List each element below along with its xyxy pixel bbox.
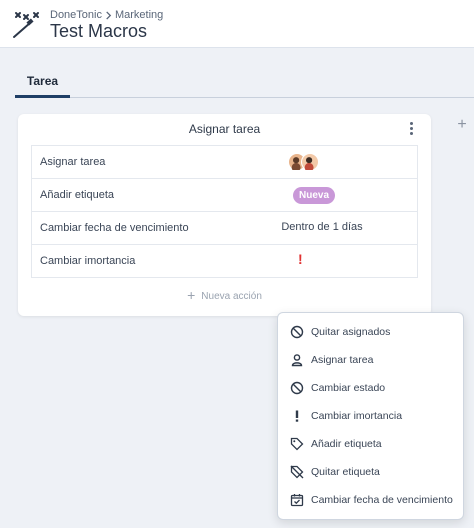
breadcrumb-root[interactable]: DoneTonic [50,9,102,21]
importance-icon: ! [298,251,303,267]
magic-wand-icon [13,12,39,38]
menu-item-label: Quitar asignados [311,326,391,338]
person-icon [291,354,303,367]
unassign-icon [290,325,304,339]
due-date-value: Dentro de 1 días [281,221,363,233]
menu-item-quitar-asignados[interactable]: Quitar asignados [278,319,463,347]
status-icon [290,381,304,395]
exclamation-icon [295,410,299,422]
new-action-button[interactable]: + Nueva acción [18,287,431,303]
menu-item-cambiar-fecha[interactable]: Cambiar fecha de vencimiento [278,487,463,515]
action-row[interactable]: Cambiar imortancia ! [31,245,418,278]
menu-item-quitar-etiqueta[interactable]: Quitar etiqueta [278,459,463,487]
breadcrumb: DoneTonic Marketing [50,9,163,21]
menu-item-anadir-etiqueta[interactable]: Añadir etiqueta [278,431,463,459]
calendar-check-icon [290,494,304,507]
tab-tarea[interactable]: Tarea [15,72,70,98]
more-options-icon[interactable] [409,122,415,136]
tag-icon [290,437,304,451]
chevron-right-icon [106,10,112,20]
action-label: Asignar tarea [40,156,106,168]
tag-off-icon [290,465,304,479]
menu-item-label: Quitar etiqueta [311,466,380,478]
action-label: Cambiar fecha de vencimiento [40,222,189,234]
action-label: Cambiar imortancia [40,255,136,267]
action-menu: Quitar asignados Asignar tarea Cambiar e… [277,312,464,520]
assignee-avatars[interactable] [288,153,324,173]
menu-item-label: Añadir etiqueta [311,438,382,450]
new-action-label: Nueva acción [201,291,262,302]
macro-card: Asignar tarea Asignar tarea Añadir etiqu… [18,114,431,316]
action-row[interactable]: Añadir etiqueta Nueva [31,179,418,212]
actions-table: Asignar tarea Añadir etiqueta Nueva Camb… [31,145,418,278]
tab-bar: Tarea [15,72,474,98]
action-label: Añadir etiqueta [40,189,114,201]
breadcrumb-child[interactable]: Marketing [115,9,163,21]
action-row[interactable]: Asignar tarea [31,146,418,179]
page-title: Test Macros [50,21,148,41]
app-header: DoneTonic Marketing Test Macros [0,0,474,48]
tag-badge: Nueva [293,187,336,204]
menu-item-label: Cambiar imortancia [311,410,403,422]
menu-item-label: Cambiar estado [311,382,386,394]
menu-item-cambiar-estado[interactable]: Cambiar estado [278,375,463,403]
action-row[interactable]: Cambiar fecha de vencimiento Dentro de 1… [31,212,418,245]
menu-item-cambiar-importancia[interactable]: Cambiar imortancia [278,403,463,431]
avatar [301,153,319,172]
macro-title: Asignar tarea [188,122,261,136]
menu-item-label: Cambiar fecha de vencimiento [311,494,453,506]
menu-item-label: Asignar tarea [311,354,374,366]
add-macro-button[interactable]: + [455,117,469,133]
menu-item-asignar-tarea[interactable]: Asignar tarea [278,347,463,375]
plus-icon: + [187,287,196,303]
